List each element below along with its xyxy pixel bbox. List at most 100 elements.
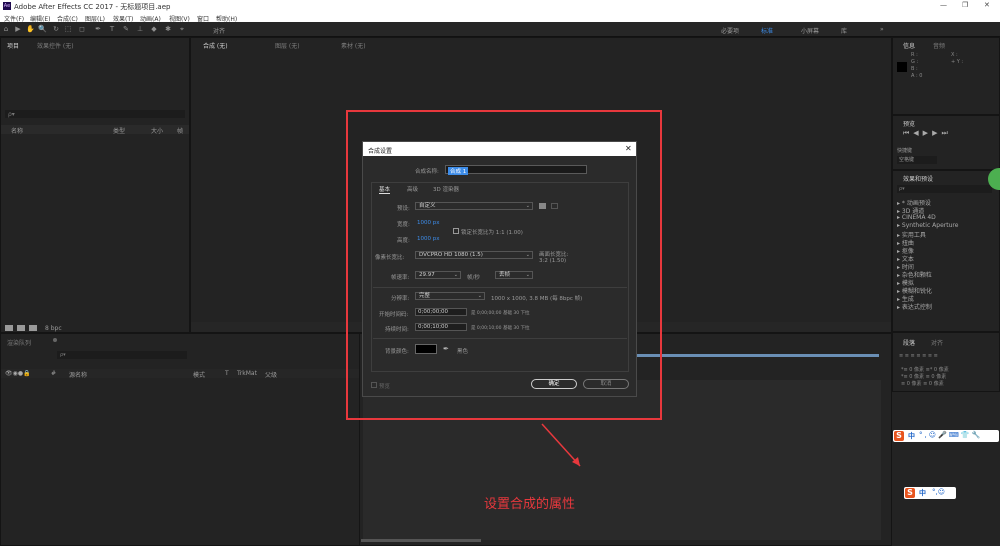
tab-preview[interactable]: 预览 bbox=[903, 119, 915, 128]
zoom-tool-icon[interactable]: 🔍 bbox=[38, 25, 47, 33]
av-switches-icon[interactable]: 👁◉●🔒 bbox=[5, 370, 31, 377]
workspace-small-screen[interactable]: 小屏幕 bbox=[801, 26, 819, 35]
minimize-icon[interactable]: — bbox=[940, 1, 947, 9]
pen-tool-icon[interactable]: ✒ bbox=[94, 25, 102, 33]
lock-aspect-checkbox[interactable] bbox=[453, 228, 459, 234]
rotate-tool-icon[interactable]: ↻ bbox=[52, 25, 60, 33]
ime-logo-icon: S bbox=[905, 488, 915, 498]
col-source-name[interactable]: 源名称 bbox=[69, 370, 87, 379]
home-tool-icon[interactable]: ⌂ bbox=[2, 25, 10, 33]
dialog-close-icon[interactable]: ✕ bbox=[625, 144, 632, 153]
eraser-tool-icon[interactable]: ◆ bbox=[150, 25, 158, 33]
resolution-dropdown[interactable]: 完整 ⌄ bbox=[415, 292, 485, 300]
workspace-libraries[interactable]: 库 bbox=[841, 26, 847, 35]
annotation-arrow bbox=[541, 423, 581, 467]
tab-footage[interactable]: 素材 (无) bbox=[341, 41, 366, 50]
timeline-search-input[interactable]: ρ▾ bbox=[57, 351, 187, 359]
workspace-standard[interactable]: 标准 bbox=[761, 26, 773, 35]
tab-align[interactable]: 对齐 bbox=[931, 338, 943, 347]
ok-button[interactable]: 确定 bbox=[531, 379, 577, 389]
effect-category[interactable]: ▸ CINEMA 4D bbox=[897, 214, 936, 221]
ime-logo-icon: S bbox=[894, 431, 904, 441]
workspace-essentials[interactable]: 必要项 bbox=[721, 26, 739, 35]
ime-toolbar-mini[interactable]: S 中 °,☺ bbox=[904, 487, 956, 499]
tab-effects-presets[interactable]: 效果和预设 bbox=[903, 174, 933, 183]
col-name[interactable]: 名称 bbox=[11, 126, 23, 135]
roto-tool-icon[interactable]: ✱ bbox=[164, 25, 172, 33]
preset-label: 预设: bbox=[397, 206, 410, 212]
tab-project[interactable]: 项目 bbox=[7, 41, 19, 50]
bg-color-swatch[interactable] bbox=[415, 344, 437, 354]
ime-toolbar[interactable]: S 中 °,☺🎤⌨👕🔧 bbox=[893, 430, 999, 442]
col-parent[interactable]: 父级 bbox=[265, 370, 277, 379]
brush-tool-icon[interactable]: ✎ bbox=[122, 25, 130, 33]
project-search-input[interactable]: ρ▾ bbox=[5, 110, 185, 118]
work-area-bar[interactable] bbox=[631, 354, 879, 357]
frame-ar-label: 画面长宽比: bbox=[539, 252, 569, 258]
shortcut-select[interactable]: 空格键 bbox=[897, 156, 937, 164]
tab-basic[interactable]: 基本 bbox=[379, 185, 391, 194]
selection-tool-icon[interactable]: ▶ bbox=[14, 25, 22, 33]
frame-ar-value: 3:2 (1.50) bbox=[539, 258, 567, 264]
clone-tool-icon[interactable]: ⊥ bbox=[136, 25, 144, 33]
preset-dropdown[interactable]: 自定义 ⌄ bbox=[415, 202, 533, 210]
col-t[interactable]: T bbox=[225, 370, 229, 377]
interpret-footage-icon[interactable] bbox=[5, 325, 13, 331]
eyedropper-icon[interactable]: ✒ bbox=[443, 345, 449, 353]
ime-mode-label[interactable]: 中 bbox=[919, 488, 926, 498]
timeline-zoom-slider[interactable] bbox=[361, 539, 481, 542]
save-preset-icon[interactable] bbox=[539, 203, 546, 209]
effects-search-input[interactable]: ρ▾ bbox=[897, 185, 992, 193]
camera-tool-icon[interactable]: ⬚ bbox=[64, 25, 72, 33]
puppet-tool-icon[interactable]: ⌖ bbox=[178, 25, 186, 33]
width-value[interactable]: 1000 px bbox=[417, 220, 440, 226]
annotation-text: 设置合成的属性 bbox=[484, 497, 576, 512]
height-value[interactable]: 1000 px bbox=[417, 236, 440, 242]
hand-tool-icon[interactable]: ✋ bbox=[26, 25, 35, 33]
type-tool-icon[interactable]: T bbox=[108, 25, 116, 33]
tab-3d-renderer[interactable]: 3D 渲染器 bbox=[433, 185, 459, 193]
drop-frame-dropdown[interactable]: 丢帧 ⌄ bbox=[495, 271, 533, 279]
snap-label: 对齐 bbox=[213, 28, 226, 35]
col-trkmat[interactable]: TrkMat bbox=[237, 370, 257, 377]
comp-name-input[interactable]: 合成 1 bbox=[445, 165, 587, 175]
tab-render-queue[interactable]: 渲染队列 bbox=[7, 338, 31, 347]
col-type[interactable]: 类型 bbox=[113, 126, 125, 135]
playback-controls[interactable]: ⏮◀▶▶⏭ bbox=[903, 129, 952, 138]
col-number[interactable]: # bbox=[51, 370, 56, 377]
ime-mode-label[interactable]: 中 bbox=[908, 431, 915, 441]
tab-audio[interactable]: 音频 bbox=[933, 41, 945, 50]
maximize-icon[interactable]: ❐ bbox=[962, 1, 968, 9]
tab-info[interactable]: 信息 bbox=[903, 41, 915, 50]
align-buttons[interactable]: ≡ ≡ ≡ ≡ ≡ ≡ ≡ bbox=[899, 353, 938, 359]
par-dropdown[interactable]: DVCPRO HD 1080 (1.5) ⌄ bbox=[415, 251, 533, 259]
col-size[interactable]: 大小 bbox=[151, 126, 163, 135]
ime-extras[interactable]: °,☺🎤⌨👕🔧 bbox=[919, 431, 982, 439]
resolution-label: 分辨率: bbox=[391, 296, 410, 302]
tab-advanced[interactable]: 高级 bbox=[407, 185, 418, 193]
fps-input[interactable]: 29.97 ⌄ bbox=[415, 271, 461, 279]
rectangle-tool-icon[interactable]: ◻ bbox=[78, 25, 86, 33]
tab-composition[interactable]: 合成 (无) bbox=[203, 41, 228, 50]
tab-layer[interactable]: 图层 (无) bbox=[275, 41, 300, 50]
start-tc-input[interactable]: 0;00;00;00 bbox=[415, 308, 467, 316]
timeline-column-header: 👁◉●🔒 # 源名称 模式 T TrkMat 父级 bbox=[1, 369, 359, 379]
effect-category[interactable]: ▸ 表达式控制 bbox=[897, 302, 932, 311]
tab-effect-controls[interactable]: 效果控件 (无) bbox=[37, 41, 74, 50]
preview-label: 预览 bbox=[379, 384, 391, 390]
delete-preset-icon[interactable] bbox=[551, 203, 558, 209]
window-title: Adobe After Effects CC 2017 - 无标题项目.aep bbox=[14, 3, 171, 11]
workspace-overflow[interactable]: » bbox=[880, 26, 884, 33]
tab-paragraph[interactable]: 段落 bbox=[903, 338, 915, 347]
ime-punct[interactable]: °,☺ bbox=[932, 488, 945, 496]
close-window-icon[interactable]: ✕ bbox=[984, 1, 990, 9]
new-folder-icon[interactable] bbox=[17, 325, 25, 331]
col-mode[interactable]: 模式 bbox=[193, 370, 205, 379]
new-composition-icon[interactable] bbox=[29, 325, 37, 331]
duration-input[interactable]: 0;00;10;00 bbox=[415, 323, 467, 331]
cancel-button[interactable]: 取消 bbox=[583, 379, 629, 389]
preview-checkbox[interactable] bbox=[371, 382, 377, 388]
col-frame[interactable]: 帧 bbox=[177, 126, 183, 135]
effect-category[interactable]: ▸ Synthetic Aperture bbox=[897, 222, 958, 229]
bpc-label[interactable]: 8 bpc bbox=[45, 325, 62, 332]
